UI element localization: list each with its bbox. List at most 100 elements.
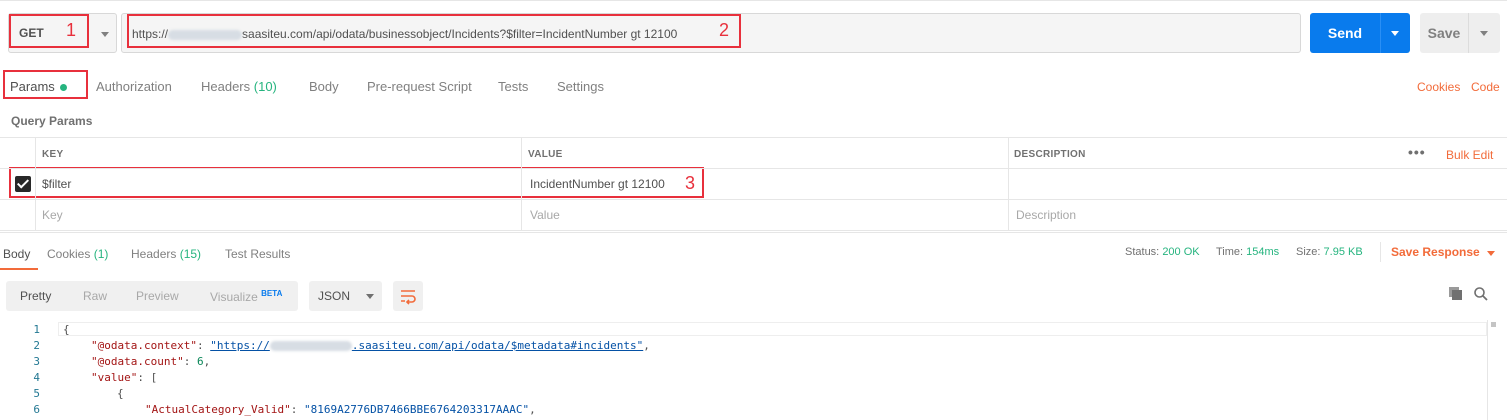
line-number: 4 — [33, 371, 40, 384]
copy-icon[interactable] — [1448, 286, 1464, 302]
json-string: "8169A2776DB7466BBE6764203317AAAC" — [303, 403, 530, 416]
time-readout: Time: 154ms — [1216, 246, 1279, 258]
format-label: JSON — [318, 289, 351, 303]
status-divider — [1380, 242, 1381, 262]
search-icon[interactable] — [1473, 286, 1489, 302]
cookies-link[interactable]: Cookies — [1417, 80, 1460, 94]
column-header-value: VALUE — [528, 149, 563, 160]
checkbox-checked-icon[interactable] — [15, 176, 31, 192]
response-tab-cookies-label: Cookies — [47, 247, 91, 261]
annotation-number-2: 2 — [719, 20, 730, 40]
status-readout: Status: 200 OK — [1125, 246, 1200, 258]
code-line: { — [63, 323, 70, 336]
json-url-prefix: "https:// — [210, 339, 270, 352]
column-header-description: DESCRIPTION — [1014, 149, 1086, 160]
response-cookies-count: (1) — [93, 247, 109, 261]
view-pretty[interactable]: Pretty — [20, 289, 51, 303]
status-value: 200 OK — [1162, 246, 1200, 258]
wrap-lines-button[interactable] — [393, 281, 423, 311]
tab-headers-label: Headers — [201, 79, 251, 94]
wrap-lines-icon — [401, 290, 416, 305]
tab-headers[interactable]: Headers (10) — [201, 79, 277, 94]
save-divider — [1468, 13, 1469, 53]
status-label: Status: — [1125, 246, 1160, 258]
code-line: "@odata.count": 6, — [91, 355, 211, 368]
send-label: Send — [1327, 25, 1363, 41]
bulk-edit-link[interactable]: Bulk Edit — [1446, 148, 1493, 162]
view-mode-selector: Pretty Raw Preview Visualize BETA — [6, 281, 298, 311]
beta-badge: BETA — [261, 289, 283, 298]
view-preview[interactable]: Preview — [136, 289, 179, 303]
request-tabs: Params Authorization Headers (10) Body P… — [0, 66, 1507, 106]
response-body-editor[interactable]: 1 2 3 4 5 6 { "@odata.context": "https:/… — [0, 320, 1507, 420]
save-label: Save — [1427, 25, 1461, 41]
response-tab-body[interactable]: Body — [3, 247, 30, 261]
chevron-down-icon — [366, 294, 374, 299]
annotation-box-method — [9, 14, 89, 48]
json-key: "ActualCategory_Valid" — [145, 403, 291, 416]
size-label: Size: — [1296, 246, 1321, 258]
new-key-input[interactable]: Key — [42, 208, 63, 222]
send-options-chevron-icon[interactable] — [1391, 31, 1399, 36]
json-key: "@odata.count" — [91, 355, 184, 368]
tab-tests[interactable]: Tests — [498, 79, 528, 94]
response-tab-test-results[interactable]: Test Results — [225, 247, 290, 261]
column-divider — [35, 138, 36, 231]
chevron-down-icon[interactable] — [1487, 251, 1495, 256]
tab-body[interactable]: Body — [309, 79, 339, 94]
column-divider — [521, 138, 522, 231]
table-divider — [0, 168, 1507, 169]
query-params-title: Query Params — [11, 114, 93, 128]
response-tab-headers-label: Headers — [131, 247, 177, 261]
param-key-cell[interactable]: $filter — [42, 177, 71, 191]
json-number: 6 — [196, 355, 204, 368]
time-label: Time: — [1216, 246, 1244, 258]
response-headers-count: (15) — [179, 247, 202, 261]
line-number: 1 — [33, 323, 40, 336]
save-response-button[interactable]: Save Response — [1391, 245, 1480, 259]
table-divider — [0, 230, 1507, 231]
new-value-input[interactable]: Value — [530, 208, 560, 222]
json-key: "value" — [91, 371, 138, 384]
code-line: { — [117, 387, 124, 400]
more-options-icon[interactable]: ••• — [1408, 144, 1426, 160]
format-select[interactable]: JSON — [309, 281, 382, 311]
view-visualize-label: Visualize — [210, 290, 258, 304]
json-bracket: [ — [150, 371, 158, 384]
tab-authorization[interactable]: Authorization — [96, 79, 172, 94]
column-divider — [1008, 138, 1009, 231]
json-key: "@odata.context" — [91, 339, 197, 352]
send-button[interactable]: Send — [1310, 13, 1410, 53]
param-value-cell[interactable]: IncidentNumber gt 12100 — [530, 177, 665, 191]
view-visualize[interactable]: Visualize BETA — [210, 289, 282, 304]
annotation-number-1: 1 — [66, 20, 77, 40]
save-button[interactable]: Save — [1420, 13, 1500, 53]
json-url-suffix: .saasiteu.com/api/odata/$metadata#incide… — [351, 339, 644, 352]
code-line: "@odata.context": "https://.saasiteu.com… — [91, 339, 650, 352]
new-description-input[interactable]: Description — [1016, 208, 1076, 222]
tab-settings[interactable]: Settings — [557, 79, 604, 94]
active-tab-underline — [0, 268, 38, 270]
column-header-key: KEY — [42, 149, 64, 160]
code-line: "value": [ — [91, 371, 158, 384]
tab-params[interactable]: Params — [10, 79, 67, 94]
tab-params-label: Params — [10, 79, 55, 94]
line-number: 2 — [33, 339, 40, 352]
redacted-subdomain — [269, 341, 352, 351]
chevron-down-icon — [101, 32, 109, 37]
status-dot-icon — [59, 84, 67, 92]
code-link[interactable]: Code — [1471, 80, 1500, 94]
tab-headers-count: (10) — [253, 79, 277, 94]
response-tab-cookies[interactable]: Cookies (1) — [47, 247, 108, 261]
editor-scrollbar[interactable] — [1487, 320, 1499, 420]
view-raw[interactable]: Raw — [83, 289, 107, 303]
tab-prerequest-script[interactable]: Pre-request Script — [367, 79, 472, 94]
scrollbar-thumb[interactable] — [1491, 322, 1496, 327]
line-number: 5 — [33, 387, 40, 400]
table-divider — [0, 199, 1507, 200]
response-view-toolbar: Pretty Raw Preview Visualize BETA JSON — [0, 272, 1507, 320]
size-readout: Size: 7.95 KB — [1296, 246, 1363, 258]
response-tab-headers[interactable]: Headers (15) — [131, 247, 201, 261]
save-options-chevron-icon[interactable] — [1480, 31, 1488, 36]
line-number: 6 — [33, 403, 40, 416]
